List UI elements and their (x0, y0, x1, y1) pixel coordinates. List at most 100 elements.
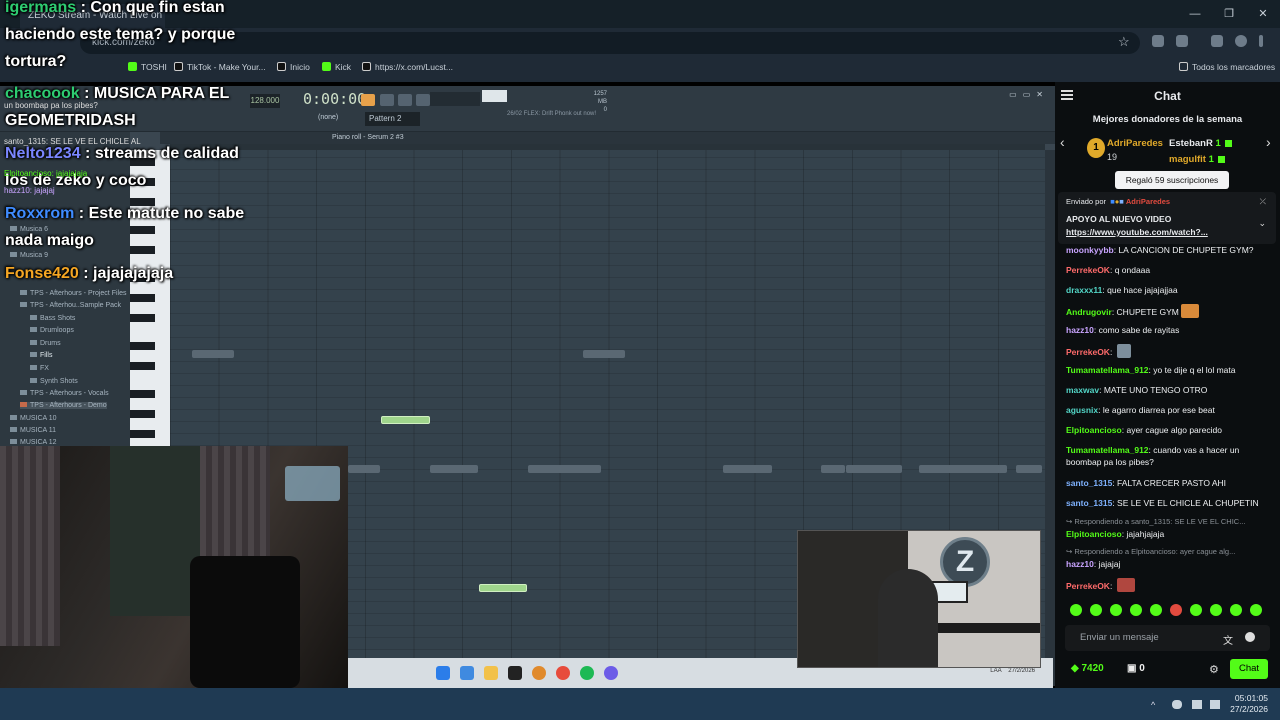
chat-message: PerrekeOK: (1066, 344, 1271, 358)
record-icon (398, 94, 412, 106)
folder-icon (30, 315, 37, 320)
emote-icon[interactable] (1090, 604, 1102, 616)
window-controls: — ❐ ✕ (1178, 0, 1280, 28)
donor-name: EstebanR 1 (1169, 138, 1232, 149)
folder-icon (30, 340, 37, 345)
chat-message: santo_1315: FALTA CRECER PASTO AHI (1066, 478, 1227, 488)
chat-message: agusnix: le agarro diarrea por ese beat (1066, 405, 1215, 415)
emote-icon[interactable] (1210, 604, 1222, 616)
chat-message-input[interactable]: Enviar un mensaje (1065, 625, 1270, 651)
puzzle-icon[interactable] (1176, 35, 1188, 47)
menu-icon[interactable] (1211, 35, 1223, 47)
emote-icon[interactable] (1130, 604, 1142, 616)
x-icon (277, 62, 286, 71)
microphone-icon[interactable] (1172, 700, 1182, 709)
network-icon[interactable] (1192, 700, 1202, 709)
browser-item: TPS - Afterhours - Vocals (20, 390, 109, 397)
folder-icon (10, 415, 17, 420)
emote-icon[interactable] (1190, 604, 1202, 616)
pinned-link[interactable]: https://www.youtube.com/watch?... (1066, 227, 1208, 237)
emote-icon[interactable] (1230, 604, 1242, 616)
chevron-up-icon[interactable]: ^ (1151, 700, 1161, 710)
emoji-icon[interactable] (1245, 632, 1255, 642)
pattern-selector: Pattern 2 (365, 112, 420, 126)
maximize-icon[interactable]: ❐ (1212, 0, 1246, 28)
app-icon (508, 666, 522, 680)
screen: ZEKO Stream - Watch Live on — ❐ ✕ kick.c… (0, 0, 1280, 720)
chat-message: Tumamatellama_912: yo te dije q el lol m… (1066, 365, 1236, 375)
chevron-left-icon[interactable]: ‹ (1060, 134, 1065, 150)
emote-icon[interactable] (1150, 604, 1162, 616)
piano-roll-title: Piano roll - Serum 2 #3 (160, 132, 1055, 144)
minimize-icon[interactable]: — (1178, 0, 1212, 28)
folder-icon (484, 666, 498, 680)
black-key (130, 294, 155, 302)
chat-message: hazz10: jajajaj (1066, 559, 1121, 569)
avatar[interactable] (1235, 35, 1247, 47)
emote-icon[interactable] (1070, 604, 1082, 616)
unpin-icon[interactable]: ⤫ (1260, 197, 1266, 207)
emote-icon[interactable] (1170, 604, 1182, 616)
channel-points[interactable]: ◆ 7420 (1071, 663, 1104, 674)
overlay-small-text: un boombap pa los pibes? (4, 101, 98, 110)
bookmark-kick[interactable]: Kick (322, 62, 351, 72)
overlay-message: Roxxrom : Este matute no sabe nada maigo (5, 205, 245, 249)
black-key (130, 342, 155, 350)
emote-icon[interactable] (1250, 604, 1262, 616)
folder-icon (30, 352, 37, 357)
emote-icon (1180, 304, 1199, 318)
note (723, 465, 772, 473)
gift-count[interactable]: ▣ 0 (1127, 663, 1145, 674)
selected-note (479, 584, 527, 592)
bookmark-star-icon[interactable]: ☆ (1118, 34, 1130, 50)
piano-roll-scrollbar (1045, 150, 1055, 686)
note (846, 465, 902, 473)
chevron-down-icon[interactable]: ⌄ (1258, 218, 1266, 229)
overlay-message: igermans : Con que fin estan haciendo es… (5, 0, 236, 70)
curtain (0, 446, 60, 646)
volume-icon[interactable] (1210, 700, 1220, 709)
browser-item: MUSICA 11 (10, 427, 56, 434)
black-key (130, 390, 155, 398)
note (1016, 465, 1042, 473)
gift-icon (1224, 140, 1232, 147)
oscilloscope (482, 90, 507, 102)
more-icon[interactable] (1259, 35, 1263, 47)
send-chat-button[interactable]: Chat (1230, 659, 1268, 679)
chat-title: Chat (1154, 89, 1181, 103)
bookmark-x[interactable]: https://x.com/Lucst... (362, 62, 453, 72)
chat-message: Andrugovir: CHUPETE GYM (1066, 304, 1271, 318)
all-bookmarks[interactable]: Todos los marcadores (1179, 62, 1275, 72)
note (192, 350, 234, 358)
folder-icon (10, 427, 17, 432)
donor-count: 19 (1107, 152, 1118, 162)
overlay-small-text: hazz10: jajajaj (4, 186, 55, 195)
emote-icon (1116, 344, 1131, 358)
system-clock[interactable]: 05:01:05 27/2/2026 (1224, 693, 1268, 715)
folder-icon (30, 327, 37, 332)
note (919, 465, 1007, 473)
close-icon[interactable]: ✕ (1246, 0, 1280, 28)
chair (190, 556, 300, 688)
chevron-right-icon[interactable]: › (1266, 134, 1271, 150)
windows-icon (436, 666, 450, 680)
note (583, 350, 625, 358)
pinned-message[interactable]: Enviado por ■●■ AdriParedes ⤫ APOYO AL N… (1058, 192, 1276, 244)
extension-icon[interactable] (1152, 35, 1164, 47)
rank-badge: 1 (1087, 138, 1105, 158)
folder-icon (30, 365, 37, 370)
spotify-icon (580, 666, 594, 680)
gear-icon[interactable]: ⚙ (1209, 663, 1219, 676)
webcam-streamer: Z (797, 530, 1041, 668)
bookmark-inicio[interactable]: Inicio (277, 62, 310, 72)
streamer (878, 569, 938, 667)
translate-icon[interactable]: 文 (1223, 632, 1233, 647)
chrome-icon (556, 666, 570, 680)
time-display: 0:00:00 (303, 90, 367, 108)
folder-icon (10, 439, 17, 444)
chat-message: hazz10: como sabe de rayitas (1066, 325, 1180, 335)
black-key (130, 430, 155, 438)
fl-studio-icon (532, 666, 546, 680)
browser-item: Drums (30, 340, 61, 347)
emote-icon[interactable] (1110, 604, 1122, 616)
